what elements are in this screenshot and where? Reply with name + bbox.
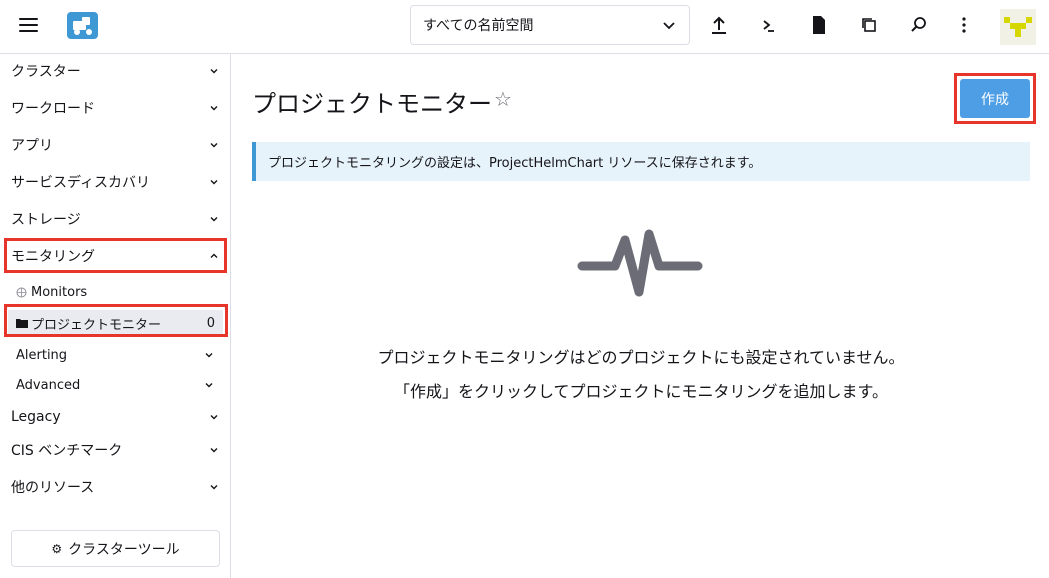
terminal-icon[interactable] <box>758 14 780 36</box>
nav-group-label: モニタリング <box>11 249 95 265</box>
page-title: プロジェクトモニター <box>252 90 492 118</box>
more-vertical-icon[interactable] <box>953 14 975 36</box>
nav-item-label: Advanced <box>16 377 81 393</box>
nav-group-monitoring[interactable]: モニタリング <box>0 241 230 271</box>
chevron-up-icon <box>210 253 218 258</box>
namespace-select-value: すべての名前空間 <box>423 18 534 34</box>
nav-group-cluster[interactable]: クラスター <box>0 56 230 86</box>
chevron-down-icon <box>210 485 218 490</box>
top-header: すべての名前空間 <box>0 0 1049 54</box>
chevron-down-icon <box>210 217 218 222</box>
search-icon[interactable] <box>908 14 930 36</box>
nav-group-label: CIS ベンチマーク <box>11 443 123 459</box>
nav-group-storage[interactable]: ストレージ <box>0 204 230 234</box>
create-button[interactable]: 作成 <box>960 79 1030 118</box>
star-icon[interactable]: ☆ <box>494 87 512 111</box>
upload-icon[interactable] <box>708 14 730 36</box>
hamburger-icon[interactable] <box>19 18 38 34</box>
nav-group-label: サービスディスカバリ <box>11 175 151 191</box>
nav-item-label: Alerting <box>16 347 68 363</box>
nav-item-label: Monitors <box>31 284 88 300</box>
globe-icon <box>16 287 27 297</box>
chevron-down-icon <box>210 180 218 185</box>
nav-group-legacy[interactable]: Legacy <box>0 402 230 432</box>
nav-group-service-discovery[interactable]: サービスディスカバリ <box>0 167 230 197</box>
chevron-down-icon <box>205 353 213 358</box>
nav-group-label: Legacy <box>11 409 61 425</box>
chevron-down-icon <box>210 106 218 111</box>
chevron-down-icon <box>210 69 218 74</box>
chevron-down-icon <box>210 143 218 148</box>
nav-item-alerting[interactable]: Alerting <box>0 342 230 368</box>
namespace-select[interactable]: すべての名前空間 <box>410 5 690 45</box>
nav-item-monitors[interactable]: Monitors <box>0 279 230 305</box>
gear-icon: ⚙ <box>51 541 63 556</box>
nav-group-label: ワークロード <box>11 101 95 117</box>
nav-group-label: クラスター <box>11 64 81 80</box>
nav-group-workload[interactable]: ワークロード <box>0 93 230 123</box>
chevron-down-icon <box>210 415 218 420</box>
folder-icon <box>16 319 28 328</box>
nav-item-label: プロジェクトモニター <box>31 317 162 333</box>
nav-item-project-monitor[interactable]: プロジェクトモニター 0 <box>8 310 223 336</box>
empty-state-message: プロジェクトモニタリングはどのプロジェクトにも設定されていません。 <box>377 348 905 367</box>
file-icon[interactable] <box>808 14 830 36</box>
sidebar: クラスター ワークロード アプリ サービスディスカバリ ストレージ モニタリング… <box>0 54 231 578</box>
nav-group-label: アプリ <box>11 138 53 154</box>
activity-pulse-icon <box>577 229 703 297</box>
chevron-down-icon <box>205 383 213 388</box>
nav-group-other-resources[interactable]: 他のリソース <box>0 472 230 502</box>
nav-item-count: 0 <box>206 315 215 331</box>
rancher-logo-icon[interactable] <box>67 12 98 39</box>
info-banner: プロジェクトモニタリングの設定は、ProjectHelmChart リソースに保… <box>252 142 1030 181</box>
nav-group-apps[interactable]: アプリ <box>0 130 230 160</box>
chevron-down-icon <box>210 448 218 453</box>
cluster-tools-button[interactable]: ⚙ クラスターツール <box>11 530 220 567</box>
nav-group-label: 他のリソース <box>11 480 95 496</box>
chevron-down-icon <box>663 22 675 30</box>
copy-icon[interactable] <box>858 14 880 36</box>
nav-group-cis[interactable]: CIS ベンチマーク <box>0 435 230 465</box>
user-avatar[interactable] <box>1000 9 1036 45</box>
nav-item-advanced[interactable]: Advanced <box>0 372 230 398</box>
info-banner-text: プロジェクトモニタリングの設定は、ProjectHelmChart リソースに保… <box>268 156 762 171</box>
nav-group-label: ストレージ <box>11 212 81 228</box>
empty-state-hint: 「作成」をクリックしてプロジェクトにモニタリングを追加します。 <box>394 382 888 401</box>
cluster-tools-label: クラスターツール <box>68 541 180 558</box>
